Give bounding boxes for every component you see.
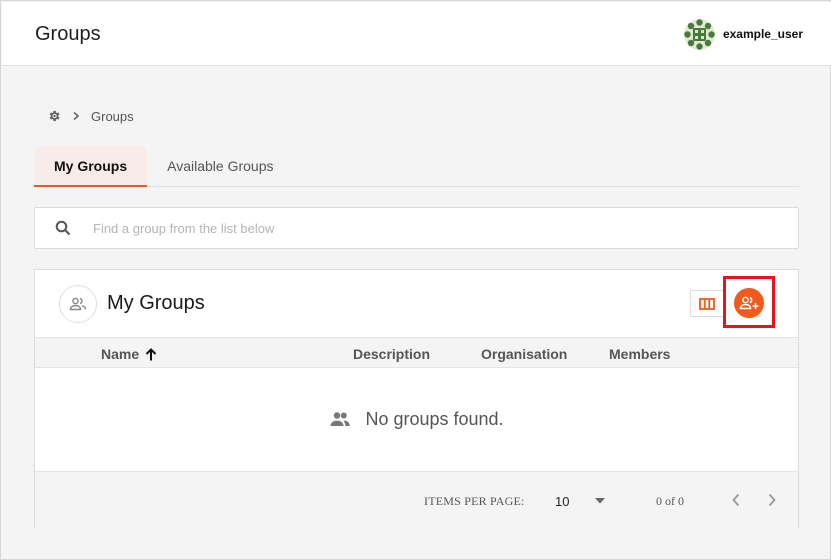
username[interactable]: example_user xyxy=(723,27,803,41)
empty-message: No groups found. xyxy=(365,409,504,429)
gear-icon[interactable] xyxy=(47,109,61,123)
previous-page-button[interactable] xyxy=(725,489,747,511)
tab-available-groups[interactable]: Available Groups xyxy=(147,146,293,186)
column-header-description[interactable]: Description xyxy=(353,346,430,362)
card-title: My Groups xyxy=(107,292,205,314)
view-column-icon xyxy=(699,297,715,310)
table-header: Name Description Organisation Members xyxy=(35,337,798,368)
app-window: Groups example_user Groups My Groups Ava… xyxy=(0,0,831,560)
search-bar xyxy=(34,207,799,249)
column-toggle-button[interactable] xyxy=(690,290,724,317)
paginator: ITEMS PER PAGE: 10 0 of 0 xyxy=(35,471,798,528)
tab-my-groups[interactable]: My Groups xyxy=(34,146,148,187)
empty-state: No groups found. xyxy=(35,368,798,471)
group-icon xyxy=(69,297,87,311)
search-icon xyxy=(55,220,71,236)
breadcrumb-item-groups: Groups xyxy=(91,108,134,124)
column-header-organisation[interactable]: Organisation xyxy=(481,346,567,362)
chevron-left-icon xyxy=(732,493,740,507)
chevron-right-icon xyxy=(73,111,80,121)
items-per-page-label: ITEMS PER PAGE: xyxy=(424,494,525,508)
add-group-button[interactable] xyxy=(734,288,764,318)
group-add-icon xyxy=(739,296,759,310)
chevron-right-icon xyxy=(768,493,776,507)
my-groups-card: My Groups Name Description Organisation … xyxy=(34,269,799,528)
items-per-page-select[interactable]: 10 xyxy=(555,490,605,512)
column-header-members[interactable]: Members xyxy=(609,346,670,362)
top-bar: Groups example_user xyxy=(2,2,831,66)
group-icon xyxy=(330,411,351,426)
avatar[interactable] xyxy=(683,18,715,50)
page-range: 0 of 0 xyxy=(656,494,684,508)
next-page-button[interactable] xyxy=(761,489,783,511)
column-header-name[interactable]: Name xyxy=(101,346,157,362)
page-title: Groups xyxy=(35,23,101,45)
arrow-up-icon xyxy=(145,347,157,360)
user-menu[interactable]: example_user xyxy=(683,18,803,50)
items-per-page-value: 10 xyxy=(555,493,570,509)
breadcrumb: Groups xyxy=(47,106,134,126)
tab-bar: My Groups Available Groups xyxy=(34,146,799,187)
card-avatar xyxy=(59,285,97,323)
column-name-label: Name xyxy=(101,346,140,362)
caret-down-icon xyxy=(595,498,605,504)
card-header: My Groups xyxy=(35,270,798,337)
search-input[interactable] xyxy=(93,208,798,248)
